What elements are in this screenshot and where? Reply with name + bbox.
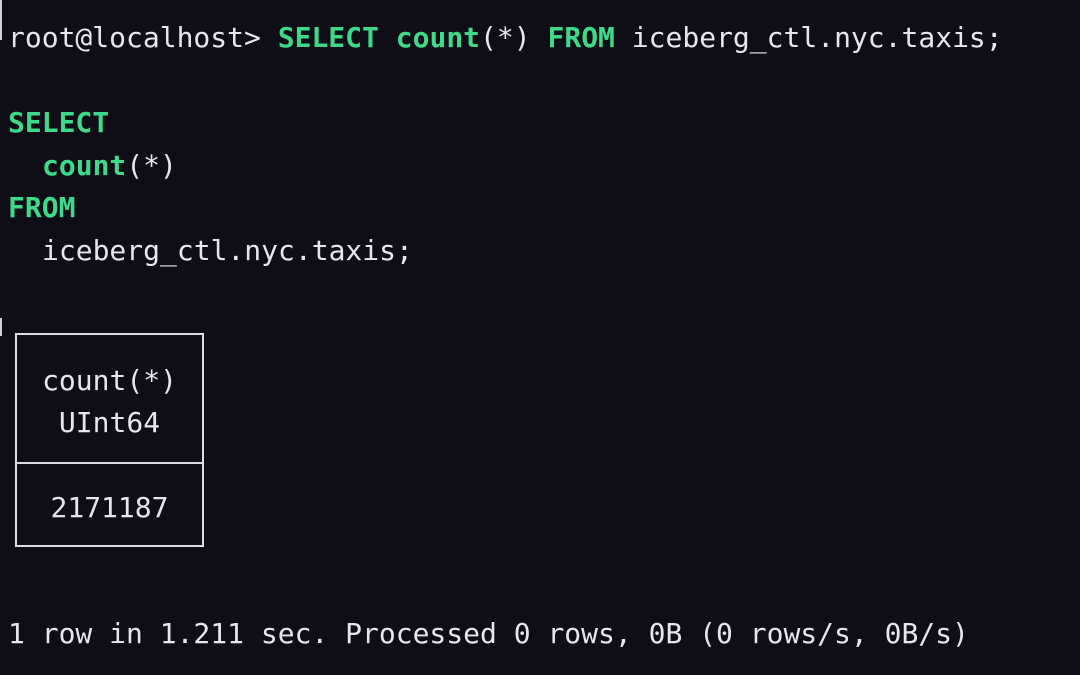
window-edge xyxy=(0,0,2,40)
result-column-type: UInt64 xyxy=(58,406,161,439)
formatted-count-keyword: count xyxy=(42,149,127,182)
formatted-select-keyword: SELECT xyxy=(8,106,110,139)
command-keyword-select: SELECT xyxy=(277,21,379,54)
command-keyword-from: FROM xyxy=(547,21,615,54)
terminal-window[interactable]: root@localhost> SELECT count(*) FROM ice… xyxy=(0,0,1080,675)
result-table: count(*) UInt64 2171187 xyxy=(15,333,204,547)
result-table-divider xyxy=(17,462,202,464)
result-column-name: count(*) xyxy=(42,364,177,397)
result-cell-value: 2171187 xyxy=(50,491,169,524)
command-table-name: iceberg_ctl.nyc.taxis; xyxy=(631,21,1003,54)
command-keyword-count: count xyxy=(395,21,481,54)
formatted-count-line: count(*) xyxy=(42,145,177,187)
window-edge xyxy=(0,318,2,336)
formatted-count-args: (*) xyxy=(126,149,177,182)
command-line[interactable]: root@localhost> SELECT count(*) FROM ice… xyxy=(8,17,1003,59)
command-count-args: (*) xyxy=(480,21,531,54)
prompt-user-host: root@localhost> xyxy=(8,21,261,54)
query-status-line: 1 row in 1.211 sec. Processed 0 rows, 0B… xyxy=(8,617,969,650)
formatted-from-keyword: FROM xyxy=(8,191,76,224)
formatted-table-name: iceberg_ctl.nyc.taxis; xyxy=(42,234,413,267)
